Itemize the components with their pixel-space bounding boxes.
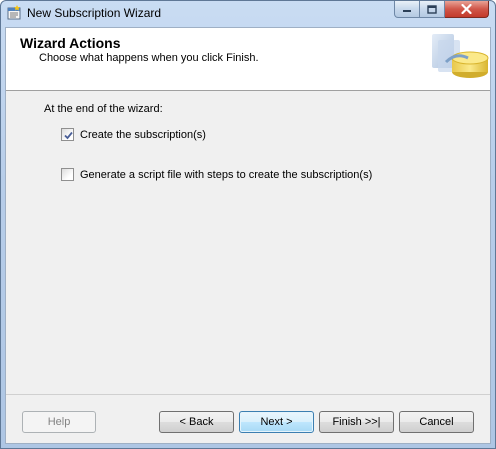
database-cylinder-icon bbox=[428, 28, 490, 90]
wizard-client-area: Wizard Actions Choose what happens when … bbox=[5, 27, 491, 444]
caption-buttons bbox=[394, 1, 489, 19]
create-subscriptions-checkbox[interactable] bbox=[61, 128, 74, 141]
checkmark-icon bbox=[64, 131, 73, 140]
end-of-wizard-label: At the end of the wizard: bbox=[44, 103, 163, 115]
title-bar[interactable]: New Subscription Wizard bbox=[1, 1, 495, 25]
back-button[interactable]: < Back bbox=[159, 411, 234, 433]
generate-script-label: Generate a script file with steps to cre… bbox=[80, 168, 373, 181]
close-icon bbox=[461, 4, 472, 14]
cancel-button[interactable]: Cancel bbox=[399, 411, 474, 433]
create-subscriptions-option[interactable]: Create the subscription(s) bbox=[61, 128, 206, 141]
close-button[interactable] bbox=[445, 1, 489, 18]
create-subscriptions-label: Create the subscription(s) bbox=[80, 128, 206, 141]
page-subtitle: Choose what happens when you click Finis… bbox=[39, 52, 259, 64]
finish-button[interactable]: Finish >>| bbox=[319, 411, 394, 433]
minimize-icon bbox=[403, 10, 411, 12]
footer-divider bbox=[6, 394, 490, 395]
help-button[interactable]: Help bbox=[22, 411, 96, 433]
page-title: Wizard Actions bbox=[20, 35, 121, 51]
wizard-app-icon bbox=[6, 5, 22, 21]
generate-script-checkbox[interactable] bbox=[61, 168, 74, 181]
maximize-icon bbox=[427, 4, 437, 14]
wizard-window: New Subscription Wizard Wizard Actions C… bbox=[0, 0, 496, 449]
window-title: New Subscription Wizard bbox=[27, 6, 162, 20]
next-button[interactable]: Next > bbox=[239, 411, 314, 433]
maximize-button[interactable] bbox=[420, 1, 445, 18]
generate-script-option[interactable]: Generate a script file with steps to cre… bbox=[61, 168, 372, 181]
wizard-header: Wizard Actions Choose what happens when … bbox=[6, 28, 490, 91]
minimize-button[interactable] bbox=[394, 1, 420, 18]
